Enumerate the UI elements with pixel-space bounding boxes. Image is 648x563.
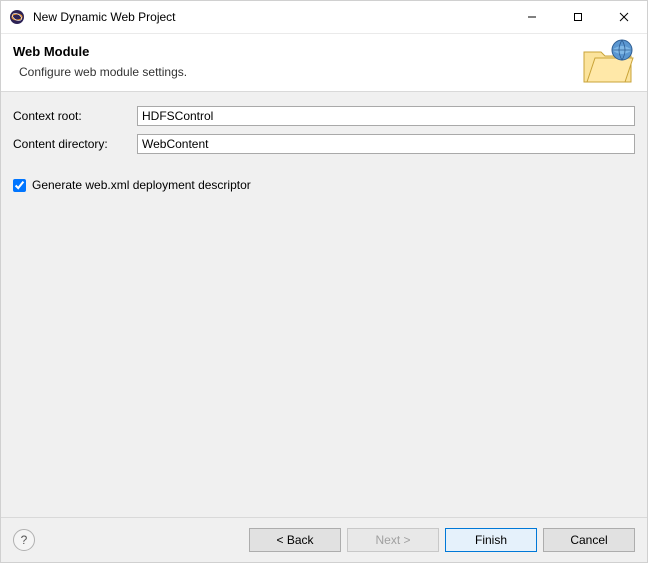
web-module-folder-icon <box>581 38 635 86</box>
minimize-button[interactable] <box>509 1 555 33</box>
maximize-icon <box>573 12 583 22</box>
context-root-input[interactable] <box>137 106 635 126</box>
next-button: Next > <box>347 528 439 552</box>
content-directory-row: Content directory: <box>13 134 635 154</box>
content-directory-input[interactable] <box>137 134 635 154</box>
help-button[interactable]: ? <box>13 529 35 551</box>
cancel-button[interactable]: Cancel <box>543 528 635 552</box>
back-button[interactable]: < Back <box>249 528 341 552</box>
window-controls <box>509 1 647 33</box>
titlebar: New Dynamic Web Project <box>1 1 647 34</box>
context-root-label: Context root: <box>13 109 137 123</box>
generate-webxml-label[interactable]: Generate web.xml deployment descriptor <box>32 178 251 192</box>
close-button[interactable] <box>601 1 647 33</box>
dialog-window: New Dynamic Web Project Web Module Confi… <box>0 0 648 563</box>
banner-heading: Web Module <box>13 44 631 59</box>
generate-webxml-row: Generate web.xml deployment descriptor <box>13 178 635 192</box>
wizard-content: Context root: Content directory: Generat… <box>1 92 647 517</box>
eclipse-icon <box>9 9 25 25</box>
window-title: New Dynamic Web Project <box>33 10 509 24</box>
finish-button[interactable]: Finish <box>445 528 537 552</box>
close-icon <box>619 12 629 22</box>
content-directory-label: Content directory: <box>13 137 137 151</box>
help-icon: ? <box>21 533 28 547</box>
minimize-icon <box>527 12 537 22</box>
wizard-button-bar: ? < Back Next > Finish Cancel <box>1 517 647 562</box>
banner-subheading: Configure web module settings. <box>19 65 631 79</box>
context-root-row: Context root: <box>13 106 635 126</box>
maximize-button[interactable] <box>555 1 601 33</box>
generate-webxml-checkbox[interactable] <box>13 179 26 192</box>
wizard-banner: Web Module Configure web module settings… <box>1 34 647 92</box>
